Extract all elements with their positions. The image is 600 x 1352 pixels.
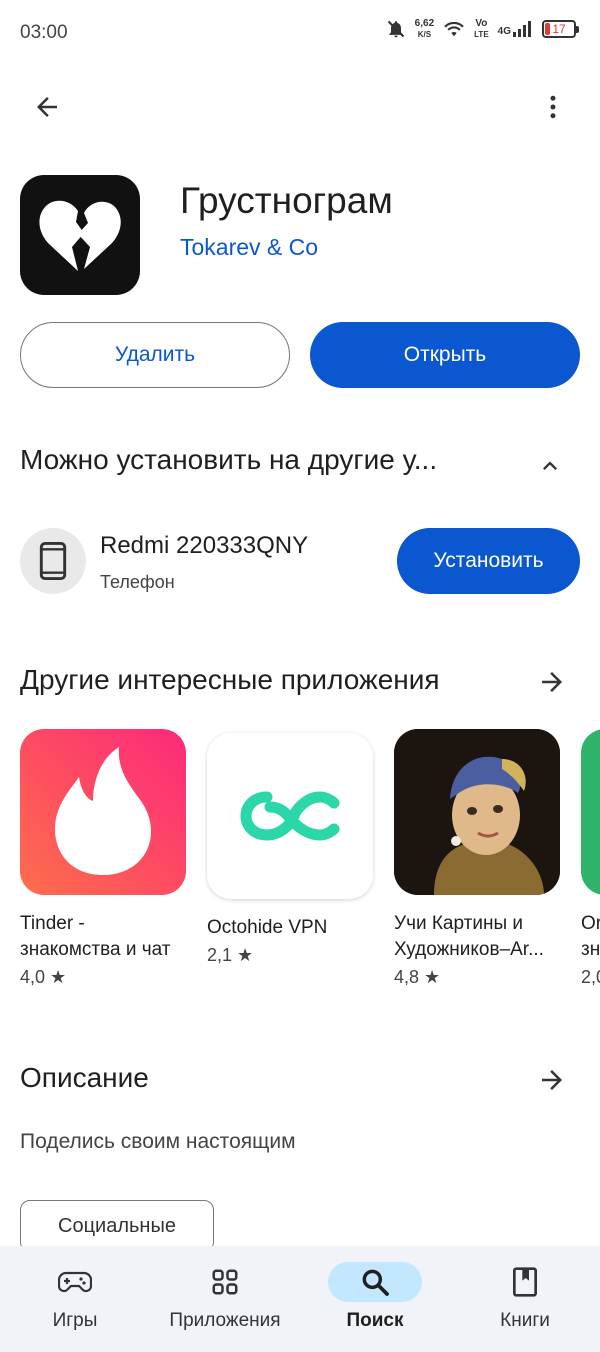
nav-item-search[interactable]: Поиск (300, 1246, 450, 1352)
app-rating: 2,1 ★ (207, 945, 254, 965)
network-type: 4G (497, 26, 511, 37)
app-rating: 2,0 (581, 967, 600, 987)
app-name-line-2: Художников–Ar... (394, 939, 544, 960)
bell-off-icon (387, 20, 404, 38)
flame-shape (55, 747, 151, 875)
app-name-line-2: зн (581, 939, 600, 960)
recommended-app-name: Tinder - знакомства и чат (20, 911, 188, 963)
wifi-icon (444, 21, 464, 37)
app-name-line-1: Учи Картины и (394, 913, 524, 934)
nav-pill-active (328, 1262, 422, 1302)
category-chip[interactable]: Социальные (20, 1200, 214, 1252)
app-name-line-1: Or (581, 913, 600, 934)
recommended-app-card[interactable]: Учи Картины и Художников–Ar... 4,8 ★ (394, 729, 562, 988)
infinity-shape (240, 791, 340, 841)
install-button[interactable]: Установить (397, 528, 580, 594)
recommended-app-name: Учи Картины и Художников–Ar... (394, 911, 562, 963)
chevron-up-icon (543, 461, 557, 470)
app-rating: 4,0 ★ (20, 967, 67, 987)
developer-link[interactable]: Tokarev & Co (180, 234, 318, 261)
description-text: Поделись своим настоящим (20, 1130, 296, 1153)
volte-indicator: Vo LTE (474, 18, 489, 40)
more-vert-icon (550, 95, 556, 119)
recommended-app-card[interactable]: Tinder - знакомства и чат 4,0 ★ (20, 729, 188, 988)
device-avatar (20, 528, 86, 594)
app-name-line-1: Tinder - (20, 913, 85, 934)
recommended-app-card[interactable]: Octohide VPN 2,1 ★ (207, 733, 375, 966)
cell-signal: 4G (498, 21, 533, 37)
back-button[interactable] (24, 84, 70, 130)
search-icon (362, 1269, 389, 1296)
nav-pill (28, 1262, 122, 1302)
gamepad-icon (58, 1271, 92, 1293)
arrow-forward-icon (542, 672, 562, 692)
recommended-app-card[interactable]: Or зн 2,0 (581, 729, 600, 988)
app-name-line-2: знакомства и чат (20, 939, 171, 960)
app-name-line-1: Octohide VPN (207, 917, 328, 938)
battery-icon: 17 (542, 20, 579, 38)
tinder-flame-icon (20, 729, 186, 895)
signal-icon (513, 21, 531, 37)
recommended-list: Tinder - знакомства и чат 4,0 ★ Octohide… (20, 729, 600, 1009)
volte-top: Vo (475, 18, 488, 29)
other-devices-title: Можно установить на другие у... (20, 444, 438, 475)
portrait-image (394, 729, 560, 895)
nav-item-books[interactable]: Книги (450, 1246, 600, 1352)
volte-bottom: LTE (474, 30, 489, 39)
device-type: Телефон (100, 572, 175, 592)
book-icon (513, 1267, 537, 1297)
nav-item-apps[interactable]: Приложения (150, 1246, 300, 1352)
description-more-button[interactable] (532, 1060, 572, 1100)
nav-label: Приложения (169, 1310, 281, 1331)
nav-label: Игры (52, 1310, 98, 1331)
status-time: 03:00 (20, 22, 68, 43)
nav-label: Книги (500, 1310, 550, 1331)
infinity-icon (207, 733, 373, 899)
open-button[interactable]: Открыть (310, 322, 580, 388)
green-app-icon (581, 729, 600, 895)
battery-level: 17 (552, 22, 566, 36)
description-title: Описание (20, 1062, 149, 1093)
app-rating: 4,8 ★ (394, 967, 441, 987)
net-speed: 6,62 K/S (415, 18, 434, 40)
phone-icon (39, 542, 67, 580)
nav-label: Поиск (346, 1310, 404, 1331)
bottom-navigation: Игры Приложения Поиск Книги (0, 1246, 600, 1352)
apps-grid-icon (212, 1269, 238, 1295)
status-bar: 03:00 6,62 K/S Vo LTE 4G 17 (0, 0, 600, 66)
nav-pill (478, 1262, 572, 1302)
uninstall-button[interactable]: Удалить (20, 322, 290, 388)
recommended-app-name: Or зн (581, 911, 600, 963)
device-name: Redmi 220333QNY (100, 532, 309, 559)
broken-heart-icon (39, 200, 121, 271)
status-icons: 6,62 K/S Vo LTE 4G 17 (386, 18, 579, 40)
recommended-app-name: Octohide VPN (207, 915, 375, 941)
arrow-forward-icon (542, 1070, 562, 1090)
collapse-button[interactable] (530, 446, 570, 486)
nav-pill (178, 1262, 272, 1302)
arrow-back-icon (37, 97, 57, 117)
recommended-more-button[interactable] (532, 662, 572, 702)
more-options-button[interactable] (530, 84, 576, 130)
painting-icon (394, 729, 560, 895)
recommended-title: Другие интересные приложения (20, 664, 440, 695)
net-speed-value: 6,62 (414, 18, 435, 29)
nav-item-games[interactable]: Игры (0, 1246, 150, 1352)
net-speed-unit: K/S (417, 30, 432, 39)
app-icon (20, 175, 140, 295)
battery-fill (545, 23, 550, 35)
app-title: Грустнограм (180, 180, 393, 221)
